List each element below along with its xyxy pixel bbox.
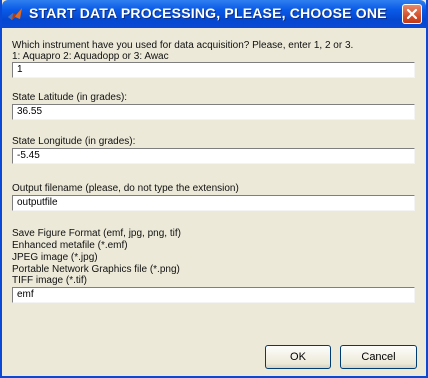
figure-format-heading: Save Figure Format (emf, jpg, png, tif) [12, 228, 181, 239]
title-bar[interactable]: START DATA PROCESSING, PLEASE, CHOOSE ON… [2, 0, 426, 28]
longitude-label: State Longitude (in grades): [12, 136, 136, 147]
figure-format-option-png: Portable Network Graphics file (*.png) [12, 264, 180, 275]
instrument-prompt-line2: 1: Aquapro 2: Aquadopp or 3: Awac [12, 51, 169, 62]
instrument-input[interactable]: 1 [12, 62, 415, 78]
figure-format-option-tif: TIFF image (*.tif) [12, 275, 88, 286]
cancel-button[interactable]: Cancel [340, 345, 417, 369]
longitude-input[interactable]: -5.45 [12, 148, 415, 164]
latitude-label: State Latitude (in grades): [12, 92, 128, 103]
input-dialog-window: START DATA PROCESSING, PLEASE, CHOOSE ON… [0, 0, 428, 378]
output-filename-label: Output filename (please, do not type the… [12, 183, 239, 194]
output-filename-input[interactable]: outputfile [12, 195, 415, 211]
latitude-input[interactable]: 36.55 [12, 104, 415, 120]
instrument-prompt-line1: Which instrument have you used for data … [12, 40, 354, 51]
close-button[interactable] [402, 4, 422, 24]
figure-format-input[interactable]: emf [12, 287, 415, 303]
figure-format-option-jpg: JPEG image (*.jpg) [12, 252, 98, 263]
ok-button[interactable]: OK [265, 345, 331, 369]
figure-format-option-emf: Enhanced metafile (*.emf) [12, 240, 128, 251]
window-title: START DATA PROCESSING, PLEASE, CHOOSE ON… [29, 5, 389, 21]
matlab-icon [7, 6, 23, 22]
